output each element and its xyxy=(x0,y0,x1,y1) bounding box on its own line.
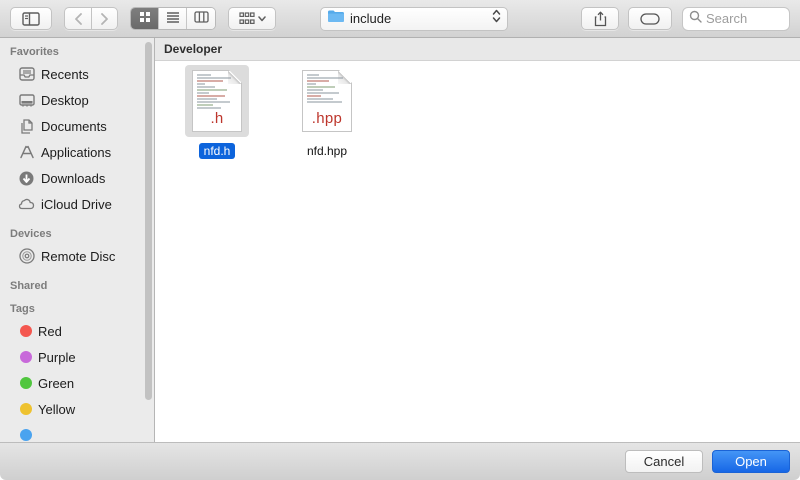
sidebar-tag-green[interactable]: Green xyxy=(10,370,154,396)
documents-icon xyxy=(18,118,35,135)
column-view-button[interactable] xyxy=(187,8,215,29)
open-file-dialog: include Favorites xyxy=(0,0,800,480)
disc-icon xyxy=(18,248,35,265)
tags-section-title: Tags xyxy=(10,303,154,315)
file-browser-pane: Developer .h nfd.h xyxy=(155,38,800,442)
chevron-right-icon xyxy=(100,13,109,25)
sidebar-toggle-icon xyxy=(22,12,40,26)
view-mode-segmented-control xyxy=(130,7,216,30)
chevron-down-icon xyxy=(258,16,266,22)
file-grid: .h nfd.h .hpp xyxy=(155,61,800,159)
share-icon xyxy=(594,11,607,27)
file-extension-label: .h xyxy=(193,110,241,127)
sidebar-item-label: Documents xyxy=(41,119,107,134)
devices-section-title: Devices xyxy=(10,228,154,240)
sidebar-item-label: Remote Disc xyxy=(41,249,115,264)
header-file-icon: .h xyxy=(192,70,242,132)
search-field[interactable] xyxy=(682,7,790,31)
sidebar-tag-red[interactable]: Red xyxy=(10,318,154,344)
group-header-label: Developer xyxy=(164,42,222,56)
icon-view-icon xyxy=(139,10,151,28)
sidebar-scrollbar[interactable] xyxy=(145,42,152,400)
updown-chevrons-icon xyxy=(492,9,501,28)
sidebar-item-label: iCloud Drive xyxy=(41,197,112,212)
desktop-icon xyxy=(18,92,35,109)
tag-label: Yellow xyxy=(38,402,75,417)
toolbar: include xyxy=(0,0,800,38)
yellow-tag-dot-icon xyxy=(20,403,32,415)
group-header: Developer xyxy=(155,38,800,61)
tag-icon xyxy=(640,13,660,25)
file-extension-label: .hpp xyxy=(303,110,351,127)
file-item-nfd-hpp[interactable]: .hpp nfd.hpp xyxy=(279,65,375,159)
tag-label: Red xyxy=(38,324,62,339)
recents-icon xyxy=(18,66,35,83)
sidebar-tag-yellow[interactable]: Yellow xyxy=(10,396,154,422)
navigation-buttons xyxy=(64,7,118,30)
column-view-icon xyxy=(194,10,209,28)
sidebar-item-icloud-drive[interactable]: iCloud Drive xyxy=(10,191,154,217)
share-button[interactable] xyxy=(581,7,619,30)
sidebar-item-recents[interactable]: Recents xyxy=(10,61,154,87)
tag-label: Purple xyxy=(38,350,76,365)
current-folder-label: include xyxy=(350,11,492,26)
list-view-icon xyxy=(166,10,180,28)
toggle-sidebar-button[interactable] xyxy=(10,7,52,30)
sidebar-item-label: Recents xyxy=(41,67,89,82)
downloads-icon xyxy=(18,170,35,187)
sidebar-item-downloads[interactable]: Downloads xyxy=(10,165,154,191)
tag-label: Green xyxy=(38,376,74,391)
file-icon-wrap: .hpp xyxy=(295,65,359,137)
chevron-left-icon xyxy=(74,13,83,25)
sidebar-item-documents[interactable]: Documents xyxy=(10,113,154,139)
dialog-footer: Cancel Open xyxy=(0,442,800,480)
file-name-label[interactable]: nfd.h xyxy=(199,143,236,159)
file-item-nfd-h[interactable]: .h nfd.h xyxy=(169,65,265,159)
cancel-button[interactable]: Cancel xyxy=(625,450,703,473)
sidebar: Favorites Recents Desktop Documents xyxy=(0,38,155,442)
search-icon xyxy=(689,10,702,28)
sidebar-item-label: Applications xyxy=(41,145,111,160)
arrange-menu-button[interactable] xyxy=(228,7,276,30)
tags-button[interactable] xyxy=(628,7,672,30)
green-tag-dot-icon xyxy=(20,377,32,389)
list-view-button[interactable] xyxy=(159,8,187,29)
back-button[interactable] xyxy=(64,7,91,30)
sidebar-tag-blue[interactable] xyxy=(10,422,154,442)
current-folder-dropdown[interactable]: include xyxy=(320,7,508,31)
sidebar-item-label: Downloads xyxy=(41,171,105,186)
applications-icon xyxy=(18,144,35,161)
sidebar-item-label: Desktop xyxy=(41,93,89,108)
arrange-icon xyxy=(239,12,255,25)
red-tag-dot-icon xyxy=(20,325,32,337)
folder-icon xyxy=(327,9,345,28)
sidebar-tag-purple[interactable]: Purple xyxy=(10,344,154,370)
purple-tag-dot-icon xyxy=(20,351,32,363)
favorites-section-title: Favorites xyxy=(10,46,154,58)
file-name-label[interactable]: nfd.hpp xyxy=(302,143,352,159)
open-button[interactable]: Open xyxy=(712,450,790,473)
icon-view-button[interactable] xyxy=(131,8,159,29)
sidebar-item-remote-disc[interactable]: Remote Disc xyxy=(10,243,154,269)
icloud-icon xyxy=(18,196,35,213)
shared-section-title: Shared xyxy=(10,280,154,292)
search-input[interactable] xyxy=(706,11,780,26)
sidebar-item-desktop[interactable]: Desktop xyxy=(10,87,154,113)
blue-tag-dot-icon xyxy=(20,429,32,441)
forward-button[interactable] xyxy=(91,7,118,30)
header-file-icon: .hpp xyxy=(302,70,352,132)
sidebar-item-applications[interactable]: Applications xyxy=(10,139,154,165)
file-icon-selection-highlight: .h xyxy=(185,65,249,137)
